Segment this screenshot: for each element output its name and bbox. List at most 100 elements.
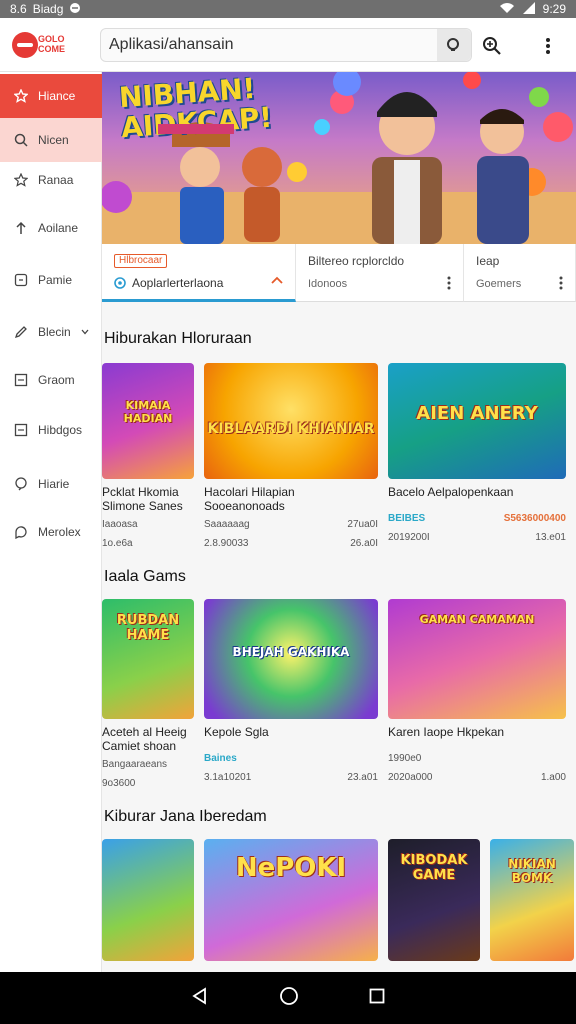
game-thumbnail: NePOKI: [204, 839, 378, 961]
game-name-line2: Sooeanonoads: [204, 499, 285, 513]
recents-icon: [369, 988, 385, 1003]
logo-text: GOLO COME: [38, 33, 65, 54]
game-name-line2: Slimone Sanes: [102, 499, 183, 513]
sidebar: Hiance Nicen Ranaa Aoilane Pamie Blecin …: [0, 72, 102, 972]
search-icon: [14, 133, 28, 147]
thumbnail-text: AIEN ANERY: [416, 403, 538, 424]
sidebar-item-label: Ranaa: [38, 173, 74, 187]
sidebar-item-label: Hibdgos: [38, 423, 83, 437]
game-card[interactable]: NePOKI: [204, 839, 378, 961]
tile-browse[interactable]: Biltereo rcplorcldo Idonoos: [296, 244, 464, 302]
section-title: Iaala Gams: [104, 568, 186, 585]
tile-subtitle: Idonoos: [308, 278, 348, 290]
chevron-down-icon: [81, 329, 89, 335]
game-card[interactable]: AIEN ANERY Bacelo Aelpalopenkaan BEIBES S…: [388, 363, 566, 543]
game-card[interactable]: BHEJAH GAKHIKA Kepole Sgla Baines 3.1a10…: [204, 599, 378, 783]
chevron-up-icon: [271, 276, 283, 284]
bubble-icon: [15, 526, 27, 539]
game-thumbnail: BHEJAH GAKHIKA: [204, 599, 378, 719]
game-stat: 2020a000: [388, 772, 433, 783]
sidebar-item-label: Hiance: [38, 89, 76, 103]
sidebar-item-search[interactable]: Nicen: [0, 118, 102, 162]
search-button[interactable]: [437, 29, 471, 61]
game-thumbnail: AIEN ANERY: [388, 363, 566, 479]
top-app-bar: GOLO COME: [0, 18, 576, 72]
thumbnail-text: BHEJAH GAKHIKA: [232, 645, 350, 659]
sidebar-item-label: Pamie: [38, 273, 73, 287]
thumbnail-text: NePOKI: [235, 853, 347, 883]
game-meta: Baines: [204, 753, 237, 764]
tile-title: Ieap: [476, 254, 500, 268]
back-button[interactable]: [191, 986, 209, 1010]
game-thumbnail: [102, 839, 194, 961]
game-card[interactable]: GAMAN CAMAMAN Karen Iaope Hkpekan 1990e0…: [388, 599, 566, 783]
game-meta: BEIBES: [388, 513, 426, 524]
search-input[interactable]: [101, 30, 431, 60]
thumbnail-text: RUBDAN HAME: [116, 613, 180, 643]
game-card[interactable]: KIMAIA HADIAN Pcklat Hkomia Slimone Sane…: [102, 363, 194, 549]
recents-button[interactable]: [369, 988, 385, 1009]
game-name: Aceteh al Heeig: [102, 725, 187, 739]
game-thumbnail: KIBODAK GAME: [388, 839, 480, 961]
game-stat: 3.1a10201: [204, 772, 252, 783]
zoom-button[interactable]: [480, 34, 504, 58]
sidebar-item-group[interactable]: Graom: [0, 358, 102, 402]
game-name: Kepole Sgla: [204, 725, 269, 739]
overflow-menu-button[interactable]: [536, 34, 560, 58]
app-logo[interactable]: GOLO COME: [12, 30, 70, 60]
game-card[interactable]: KIBLAARDI KHIANIAR Hacolari Hilapian Soo…: [204, 363, 378, 549]
square-icon: [14, 373, 28, 387]
tile-apps[interactable]: Hlbrocaar Aoplarlerterlaona: [102, 244, 296, 302]
signal-icon: [522, 1, 535, 17]
search-icon: [447, 38, 459, 51]
thumbnail-text: GAMAN CAMAMAN: [419, 613, 535, 626]
game-meta-right: S5636000400: [503, 513, 566, 524]
sidebar-item-label: Blecin: [38, 325, 71, 339]
status-bar: 8.6 Biadg 9:29: [0, 0, 576, 18]
game-thumbnail: GAMAN CAMAMAN: [388, 599, 566, 719]
more-vertical-icon[interactable]: [447, 276, 451, 290]
upload-icon: [16, 221, 26, 234]
sidebar-item-upload[interactable]: Aoilane: [0, 206, 102, 250]
sidebar-item-ranking[interactable]: Ranaa: [0, 158, 102, 202]
game-meta-right: 27ua0I: [347, 519, 378, 530]
hero-banner[interactable]: NIBHAN! AIDKCAP!: [102, 72, 576, 244]
logo-mark: [12, 31, 38, 58]
sidebar-item-home[interactable]: Hiance: [0, 74, 102, 118]
game-name: Hacolari Hilapian: [204, 485, 295, 499]
game-card[interactable]: NIKIAN BOMK: [490, 839, 574, 961]
chat-icon: [15, 477, 27, 491]
sidebar-item-hiarie[interactable]: Hiarie: [0, 462, 102, 506]
game-meta: Bangaaraeans: [102, 759, 168, 770]
sidebar-item-merolex[interactable]: Merolex: [0, 510, 102, 554]
game-card[interactable]: KIBODAK GAME: [388, 839, 480, 961]
game-card[interactable]: [102, 839, 194, 961]
more-vertical-icon: [546, 38, 550, 54]
thumbnail-text: NIKIAN BOMK: [508, 857, 556, 885]
home-button[interactable]: [279, 986, 299, 1011]
game-name: Bacelo Aelpalopenkaan: [388, 485, 514, 499]
tile-subtitle: Goemers: [476, 278, 522, 290]
game-meta: Saaaaaag: [204, 519, 250, 530]
game-thumbnail: KIMAIA HADIAN: [102, 363, 194, 479]
game-card[interactable]: RUBDAN HAME Aceteh al Heeig Camiet shoan…: [102, 599, 194, 789]
game-thumbnail: RUBDAN HAME: [102, 599, 194, 719]
sidebar-item-label: Nicen: [38, 133, 69, 147]
home-icon: [280, 986, 298, 1005]
game-thumbnail: KIBLAARDI KHIANIAR: [204, 363, 378, 479]
section-title: Hiburakan Hloruraan: [104, 330, 252, 347]
game-meta: 1990e0: [388, 753, 422, 764]
tile-games[interactable]: Ieap Goemers: [464, 244, 576, 302]
thumbnail-text: KIMAIA HADIAN: [123, 399, 173, 425]
system-nav-bar: [0, 972, 576, 1024]
banner-subtitle-strip: [158, 124, 234, 134]
sidebar-item-hobbies[interactable]: Hibdgos: [0, 408, 102, 452]
game-name: Pcklat Hkomia: [102, 485, 179, 499]
sync-icon: [69, 2, 81, 17]
more-vertical-icon[interactable]: [559, 276, 563, 290]
sidebar-item-blog[interactable]: Blecin: [0, 310, 102, 354]
game-stat-right: 23.a01: [347, 772, 378, 783]
game-stat-right: 1.a00: [540, 772, 566, 783]
game-stat: 2.8.90033: [204, 538, 249, 549]
sidebar-item-games[interactable]: Pamie: [0, 258, 102, 302]
